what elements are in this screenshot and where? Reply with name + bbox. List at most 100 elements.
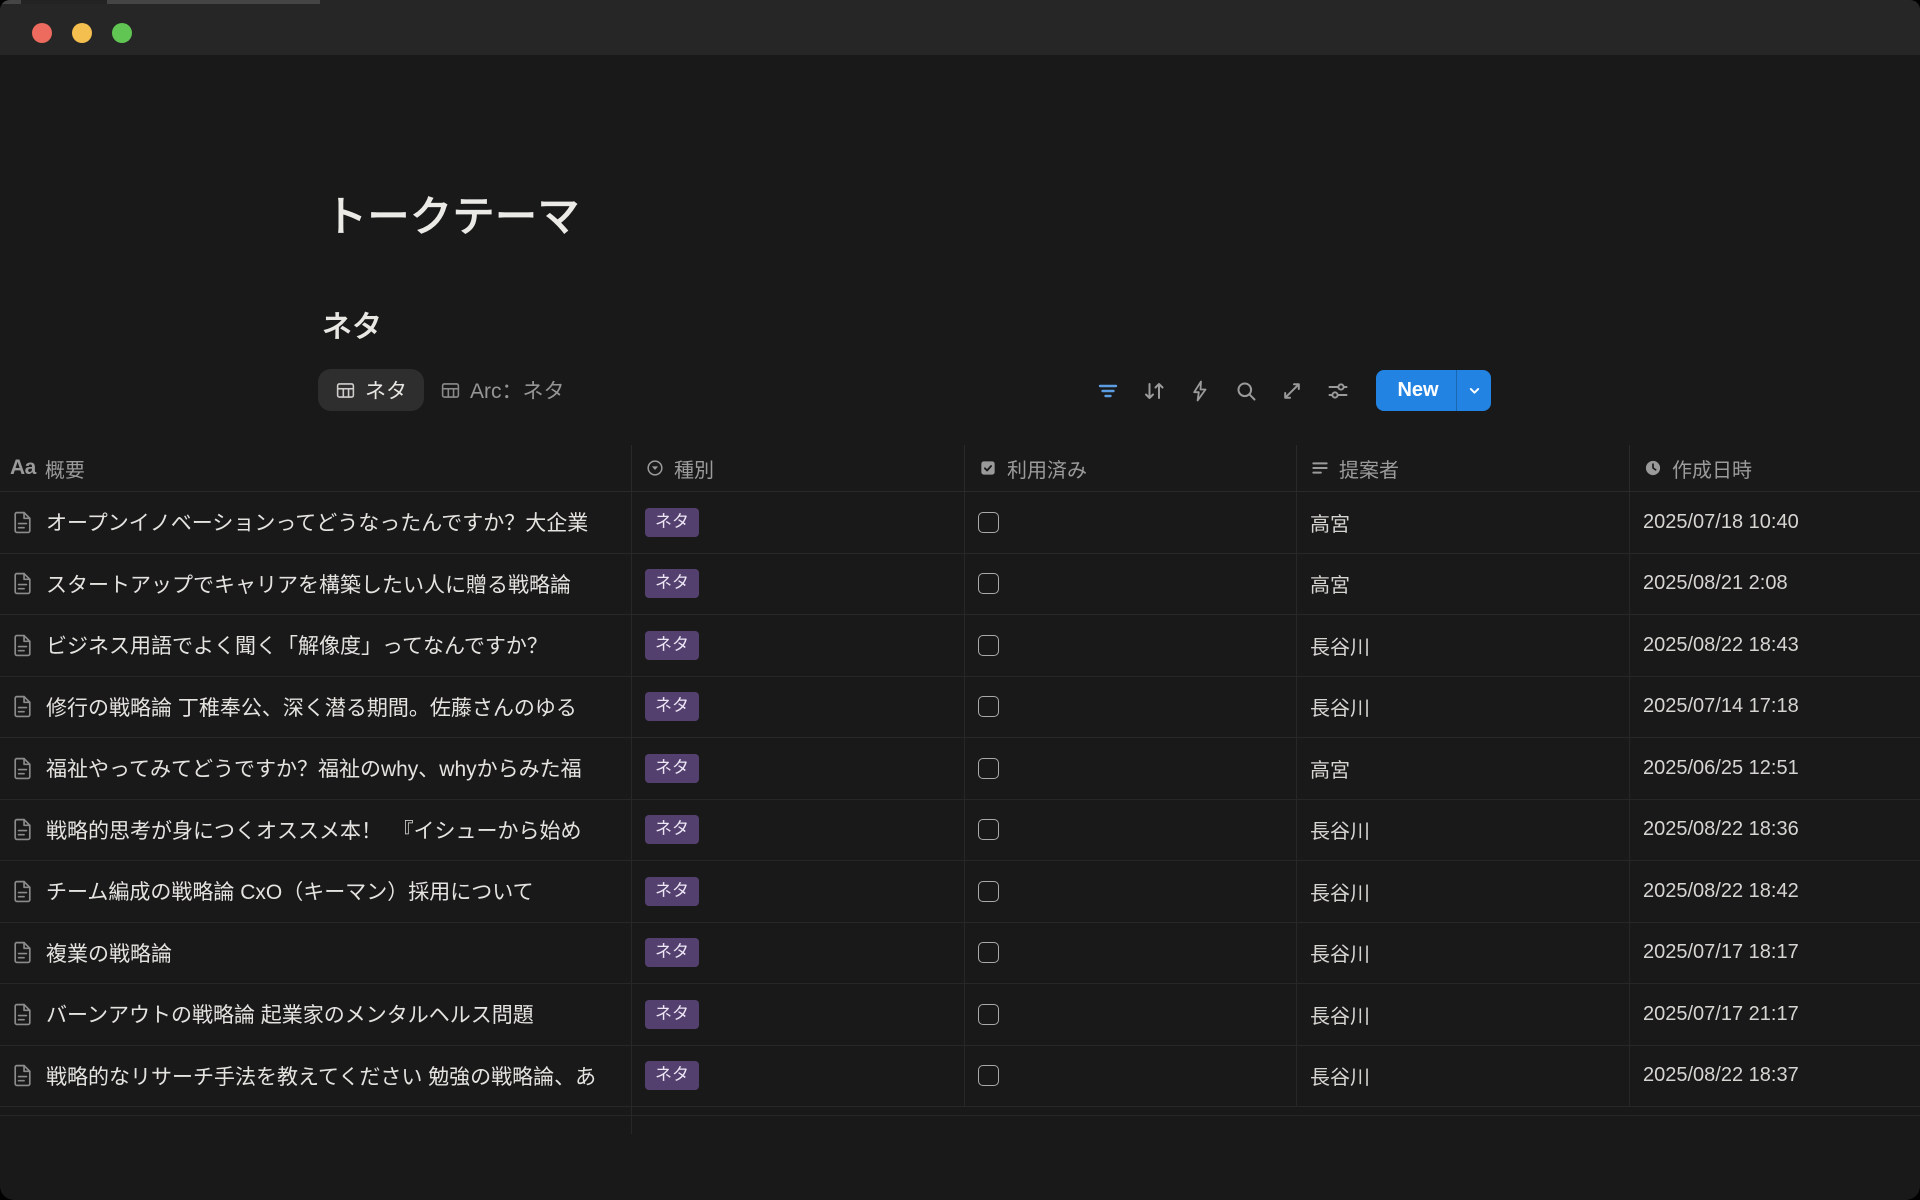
column-header-created[interactable]: 作成日時 [1630, 445, 1920, 491]
table-row[interactable]: 戦略的思考が身につくオススメ本！ 『イシューから始め ネタ 長谷川 2025/0… [0, 800, 1920, 862]
cell-created[interactable]: 2025/08/22 18:37 [1630, 1046, 1920, 1107]
cell-proposer[interactable]: 長谷川 [1297, 861, 1630, 922]
automation-lightning-icon[interactable] [1188, 379, 1212, 403]
cell-type[interactable]: ネタ [632, 984, 965, 1045]
cell-overview[interactable]: チーム編成の戦略論 CxO（キーマン）採用について [0, 861, 632, 922]
table-row[interactable]: 戦略的なリサーチ手法を教えてください 勉強の戦略論、あ ネタ 長谷川 2025/… [0, 1046, 1920, 1108]
cell-proposer[interactable]: 高宮 [1297, 492, 1630, 553]
view-tab-arc-neta[interactable]: Arc：ネタ [434, 369, 571, 411]
cell-overview[interactable]: オープンイノベーションってどうなったんですか？大企業 [0, 492, 632, 553]
cell-proposer[interactable]: 長谷川 [1297, 1046, 1630, 1107]
cell-proposer[interactable]: 長谷川 [1297, 923, 1630, 984]
new-button[interactable]: New [1376, 370, 1491, 411]
used-checkbox[interactable] [978, 1004, 999, 1025]
table-row[interactable]: ビジネス用語でよく聞く「解像度」ってなんですか？ ネタ 長谷川 2025/08/… [0, 615, 1920, 677]
cell-proposer[interactable]: 長谷川 [1297, 677, 1630, 738]
search-icon[interactable] [1234, 379, 1258, 403]
view-settings-icon[interactable] [1326, 379, 1350, 403]
cell-type[interactable]: ネタ [632, 861, 965, 922]
cell-type[interactable]: ネタ [632, 677, 965, 738]
cell-proposer[interactable]: 高宮 [1297, 554, 1630, 615]
cell-type[interactable]: ネタ [632, 492, 965, 553]
cell-used[interactable] [965, 923, 1297, 984]
used-checkbox[interactable] [978, 696, 999, 717]
cell-created[interactable]: 2025/08/22 18:36 [1630, 800, 1920, 861]
cell-used[interactable] [965, 984, 1297, 1045]
cell-proposer[interactable]: 長谷川 [1297, 615, 1630, 676]
cell-type[interactable]: ネタ [632, 554, 965, 615]
cell-created[interactable]: 2025/07/14 17:18 [1630, 677, 1920, 738]
type-tag[interactable]: ネタ [645, 877, 699, 906]
cell-used[interactable] [965, 1046, 1297, 1107]
cell-type[interactable]: ネタ [632, 738, 965, 799]
cell-used[interactable] [965, 738, 1297, 799]
chevron-down-icon[interactable] [1457, 370, 1491, 411]
type-tag[interactable]: ネタ [645, 1061, 699, 1090]
cell-created[interactable]: 2025/07/18 10:40 [1630, 492, 1920, 553]
expand-icon[interactable] [1280, 379, 1304, 403]
cell-overview[interactable]: 戦略的思考が身につくオススメ本！ 『イシューから始め [0, 800, 632, 861]
used-checkbox[interactable] [978, 758, 999, 779]
used-checkbox[interactable] [978, 573, 999, 594]
collection-title[interactable]: ネタ [322, 302, 382, 346]
cell-overview[interactable]: ビジネス用語でよく聞く「解像度」ってなんですか？ [0, 615, 632, 676]
cell-overview[interactable]: 福祉やってみてどうですか？福祉のwhy、whyからみた福 [0, 738, 632, 799]
cell-created[interactable]: 2025/08/21 2:08 [1630, 554, 1920, 615]
view-tab-neta[interactable]: ネタ [318, 369, 424, 411]
filter-icon[interactable] [1096, 379, 1120, 403]
type-tag[interactable]: ネタ [645, 1000, 699, 1029]
cell-overview[interactable]: バーンアウトの戦略論 起業家のメンタルヘルス問題 [0, 984, 632, 1045]
type-tag[interactable]: ネタ [645, 754, 699, 783]
cell-used[interactable] [965, 677, 1297, 738]
type-tag[interactable]: ネタ [645, 631, 699, 660]
cell-type[interactable]: ネタ [632, 923, 965, 984]
cell-used[interactable] [965, 492, 1297, 553]
table-row[interactable]: バーンアウトの戦略論 起業家のメンタルヘルス問題 ネタ 長谷川 2025/07/… [0, 984, 1920, 1046]
table-row[interactable]: 修行の戦略論 丁稚奉公、深く潜る期間。佐藤さんのゆる ネタ 長谷川 2025/0… [0, 677, 1920, 739]
cell-used[interactable] [965, 800, 1297, 861]
used-checkbox[interactable] [978, 819, 999, 840]
cell-type[interactable]: ネタ [632, 615, 965, 676]
cell-proposer[interactable]: 長谷川 [1297, 800, 1630, 861]
cell-created[interactable]: 2025/07/17 18:17 [1630, 923, 1920, 984]
used-checkbox[interactable] [978, 635, 999, 656]
used-checkbox[interactable] [978, 1065, 999, 1086]
cell-used[interactable] [965, 615, 1297, 676]
used-checkbox[interactable] [978, 512, 999, 533]
used-checkbox[interactable] [978, 942, 999, 963]
cell-created[interactable]: 2025/07/17 21:17 [1630, 984, 1920, 1045]
cell-proposer[interactable]: 高宮 [1297, 738, 1630, 799]
column-header-proposer[interactable]: 提案者 [1297, 445, 1630, 491]
cell-overview[interactable]: 複業の戦略論 [0, 923, 632, 984]
type-tag[interactable]: ネタ [645, 508, 699, 537]
type-tag[interactable]: ネタ [645, 569, 699, 598]
cell-created[interactable]: 2025/08/22 18:43 [1630, 615, 1920, 676]
cell-used[interactable] [965, 861, 1297, 922]
cell-proposer[interactable]: 長谷川 [1297, 984, 1630, 1045]
cell-overview[interactable]: スタートアップでキャリアを構築したい人に贈る戦略論 [0, 554, 632, 615]
column-header-overview[interactable]: Aa 概要 [0, 445, 632, 491]
close-button[interactable] [32, 23, 52, 43]
cell-type[interactable]: ネタ [632, 800, 965, 861]
cell-overview[interactable]: 修行の戦略論 丁稚奉公、深く潜る期間。佐藤さんのゆる [0, 677, 632, 738]
sort-icon[interactable] [1142, 379, 1166, 403]
cell-created[interactable]: 2025/08/22 18:42 [1630, 861, 1920, 922]
table-row[interactable]: オープンイノベーションってどうなったんですか？大企業 ネタ 高宮 2025/07… [0, 492, 1920, 554]
zoom-button[interactable] [112, 23, 132, 43]
page-title[interactable]: トークテーマ [325, 183, 580, 244]
table-row[interactable]: 福祉やってみてどうですか？福祉のwhy、whyからみた福 ネタ 高宮 2025/… [0, 738, 1920, 800]
cell-used[interactable] [965, 554, 1297, 615]
cell-created[interactable]: 2025/06/25 12:51 [1630, 738, 1920, 799]
used-checkbox[interactable] [978, 881, 999, 902]
table-row[interactable]: スタートアップでキャリアを構築したい人に贈る戦略論 ネタ 高宮 2025/08/… [0, 554, 1920, 616]
table-row[interactable]: チーム編成の戦略論 CxO（キーマン）採用について ネタ 長谷川 2025/08… [0, 861, 1920, 923]
column-header-used[interactable]: 利用済み [965, 445, 1297, 491]
minimize-button[interactable] [72, 23, 92, 43]
type-tag[interactable]: ネタ [645, 938, 699, 967]
type-tag[interactable]: ネタ [645, 815, 699, 844]
cell-overview[interactable]: 戦略的なリサーチ手法を教えてください 勉強の戦略論、あ [0, 1046, 632, 1107]
column-header-type[interactable]: 種別 [632, 445, 965, 491]
type-tag[interactable]: ネタ [645, 692, 699, 721]
cell-type[interactable]: ネタ [632, 1046, 965, 1107]
table-row[interactable]: 複業の戦略論 ネタ 長谷川 2025/07/17 18:17 [0, 923, 1920, 985]
